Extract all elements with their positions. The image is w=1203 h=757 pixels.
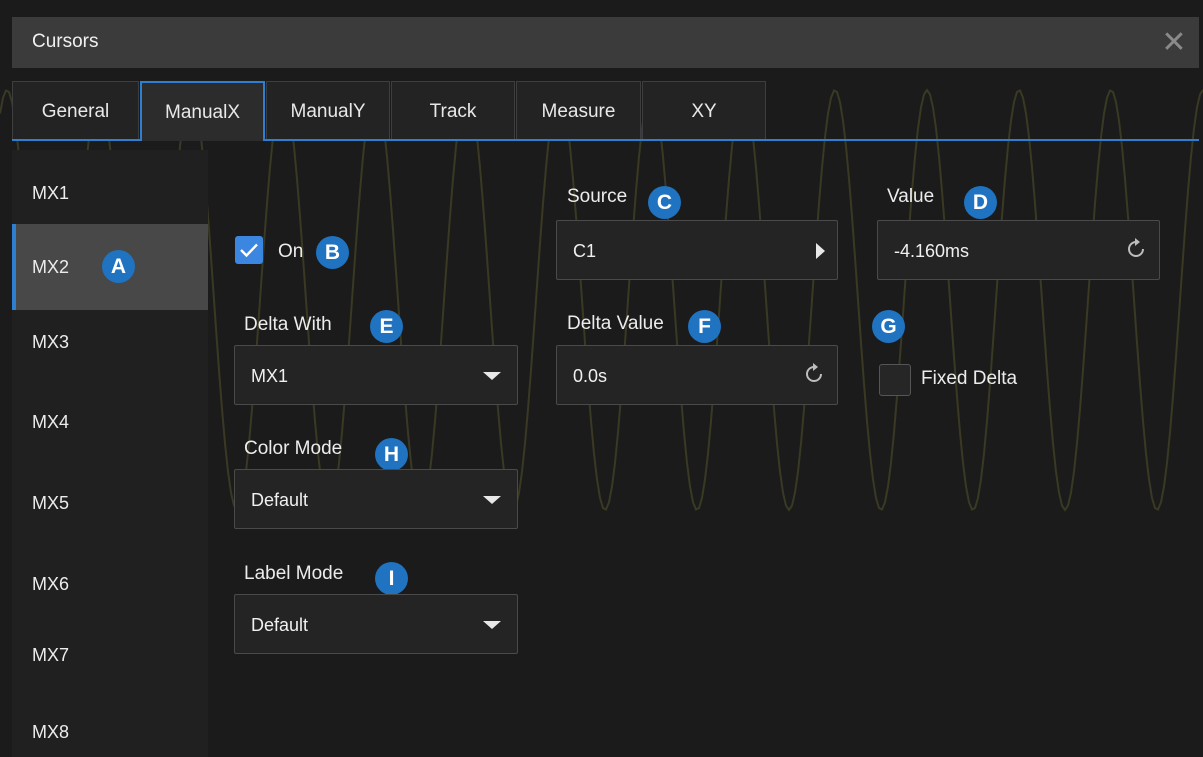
sidebar-item-mx3[interactable]: MX3 [12, 310, 208, 396]
delta-with-select[interactable]: MX1 [234, 345, 518, 405]
tab-bar: General ManualX ManualY Track Measure XY [12, 81, 1199, 141]
fixed-delta-checkbox[interactable] [879, 364, 911, 396]
cursor-sidebar: MX1 MX2 A MX3 MX4 MX5 MX6 MX7 MX8 [12, 150, 208, 757]
sidebar-item-mx7[interactable]: MX7 [12, 623, 208, 709]
color-mode-label: Color Mode [244, 438, 343, 459]
value-label: Value [887, 186, 935, 207]
refresh-icon[interactable] [801, 361, 827, 387]
callout-badge-f: F [688, 310, 721, 343]
delta-with-value: MX1 [251, 366, 289, 386]
label-mode-value: Default [251, 615, 309, 635]
checkmark-icon [240, 243, 258, 258]
color-mode-select[interactable]: Default [234, 469, 518, 529]
delta-with-label: Delta With [244, 314, 332, 335]
refresh-icon[interactable] [1123, 236, 1149, 262]
delta-value-input[interactable]: 0.0s [556, 345, 838, 405]
on-label: On [278, 241, 304, 262]
sidebar-item-label: MX1 [32, 183, 70, 203]
title-bar: Cursors ✕ [12, 17, 1199, 68]
sidebar-item-mx5[interactable]: MX5 [12, 471, 208, 557]
value-input-value: -4.160ms [894, 241, 970, 261]
callout-badge-h: H [375, 438, 408, 471]
fixed-delta-label: Fixed Delta [921, 368, 1018, 389]
chevron-down-icon [483, 372, 501, 380]
tab-measure[interactable]: Measure [516, 81, 641, 139]
tab-xy[interactable]: XY [642, 81, 766, 139]
sidebar-item-label: MX2 [32, 257, 70, 277]
value-input[interactable]: -4.160ms [877, 220, 1160, 280]
sidebar-item-mx2[interactable]: MX2 A [12, 224, 208, 310]
callout-badge-g: G [872, 310, 905, 343]
on-checkbox[interactable] [235, 236, 263, 264]
color-mode-value: Default [251, 490, 309, 510]
sidebar-item-mx4[interactable]: MX4 [12, 390, 208, 476]
callout-badge-i: I [375, 562, 408, 595]
sidebar-item-label: MX6 [32, 574, 70, 594]
source-select[interactable]: C1 [556, 220, 838, 280]
sidebar-item-label: MX5 [32, 493, 70, 513]
chevron-down-icon [483, 621, 501, 629]
sidebar-item-label: MX7 [32, 645, 70, 665]
delta-value-label: Delta Value [567, 313, 664, 334]
chevron-down-icon [483, 496, 501, 504]
delta-value-value: 0.0s [573, 366, 608, 386]
tab-manualx[interactable]: ManualX [140, 81, 265, 141]
callout-badge-b: B [316, 236, 349, 269]
source-value: C1 [573, 241, 597, 261]
label-mode-label: Label Mode [244, 563, 344, 584]
callout-badge-e: E [370, 310, 403, 343]
cursor-settings-panel: On B Source C C1 Value D -4.160ms Delta … [208, 150, 1199, 757]
callout-badge-c: C [648, 186, 681, 219]
close-icon[interactable]: ✕ [1151, 21, 1197, 65]
sidebar-item-label: MX8 [32, 722, 70, 742]
sidebar-item-label: MX4 [32, 412, 70, 432]
callout-badge-d: D [964, 186, 997, 219]
caret-right-icon [816, 243, 825, 259]
callout-badge-a: A [102, 250, 135, 283]
window-title: Cursors [32, 31, 99, 52]
tab-manualy[interactable]: ManualY [266, 81, 390, 139]
sidebar-item-label: MX3 [32, 332, 70, 352]
label-mode-select[interactable]: Default [234, 594, 518, 654]
source-label: Source [567, 186, 628, 207]
tab-general[interactable]: General [12, 81, 139, 139]
sidebar-item-mx8[interactable]: MX8 [12, 700, 208, 757]
tab-track[interactable]: Track [391, 81, 515, 139]
